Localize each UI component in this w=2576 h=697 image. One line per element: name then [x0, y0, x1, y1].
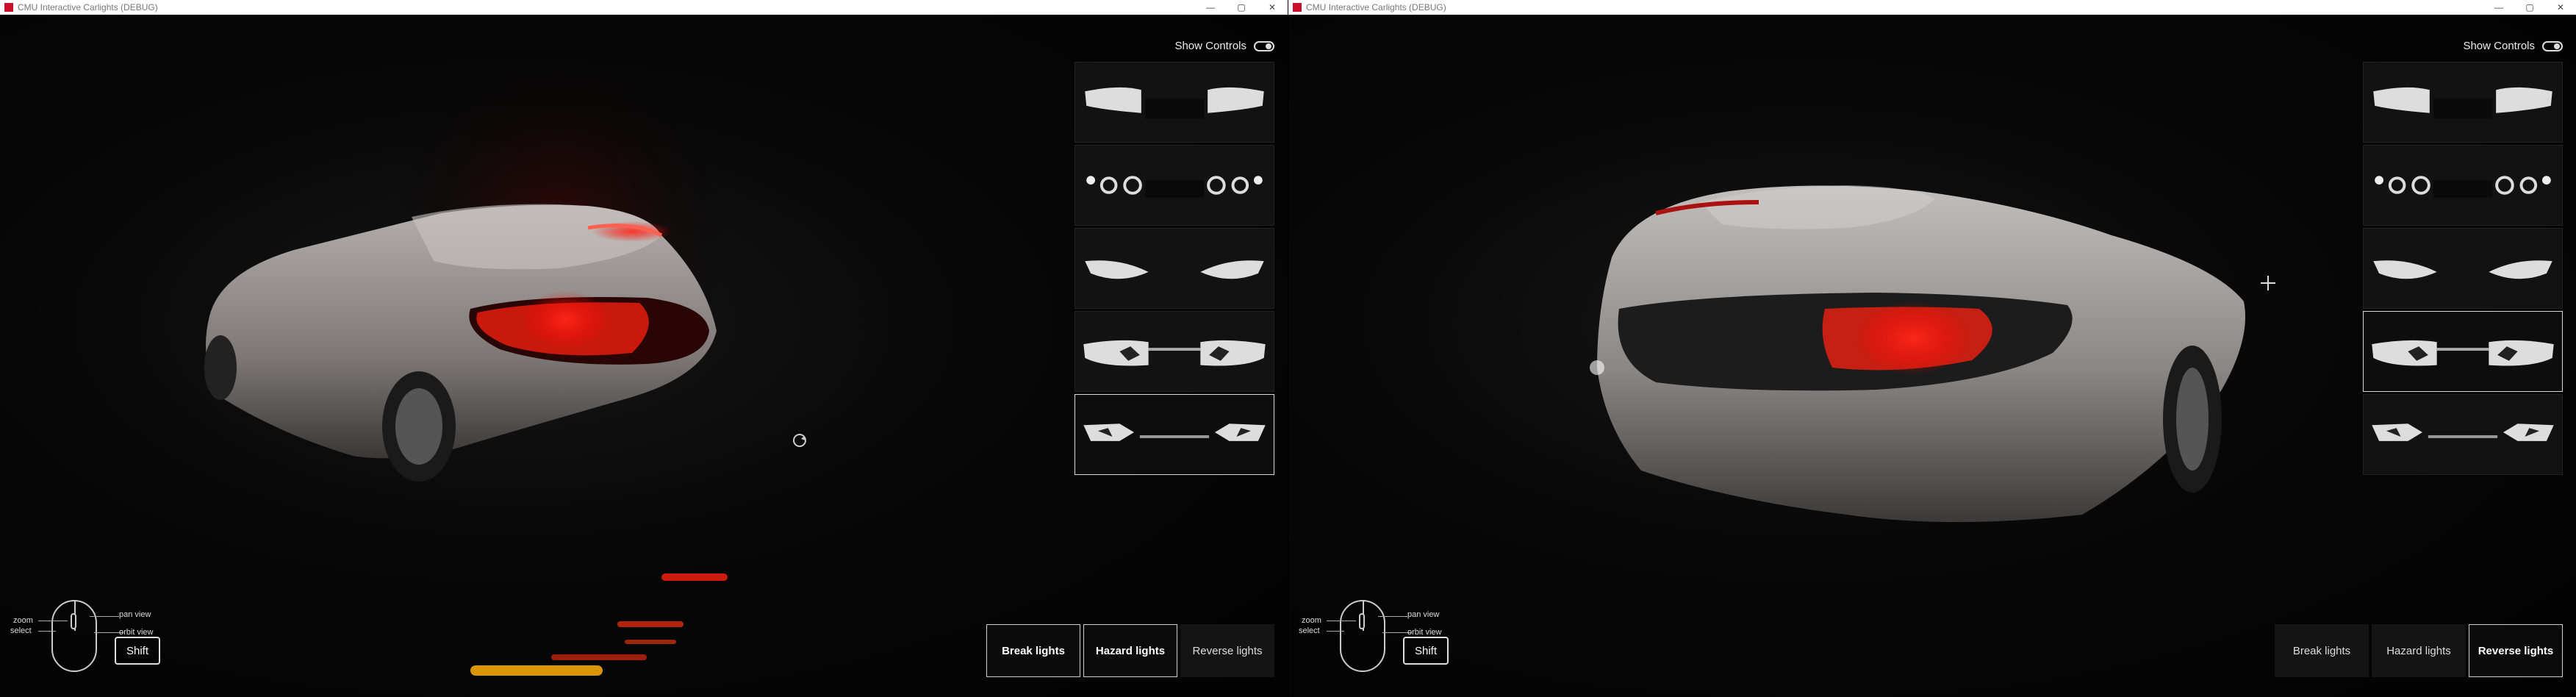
app-window-right: CMU Interactive Carlights (DEBUG) — ▢ ✕ [1288, 0, 2576, 697]
reflection-red [661, 573, 728, 581]
app-icon [1293, 3, 1302, 12]
light-pattern-thumb[interactable] [2363, 62, 2563, 143]
light-pattern-list [1074, 62, 1274, 477]
light-pattern-thumb[interactable] [1074, 311, 1274, 392]
show-controls-label: Show Controls [2463, 40, 2535, 52]
minimize-button[interactable]: — [1195, 0, 1226, 15]
3d-viewport[interactable]: Show Controls zoom select pan view orbit… [1288, 15, 2576, 697]
show-controls[interactable]: Show Controls [1174, 40, 1274, 52]
zoom-label: zoom [13, 616, 33, 625]
reverse-light-glow [1854, 301, 1972, 375]
brake-lights-button[interactable]: Break lights [2275, 624, 2369, 677]
app-icon [4, 3, 13, 12]
light-pattern-thumb[interactable] [1074, 62, 1274, 143]
light-pattern-list [2363, 62, 2563, 477]
app-window-left: CMU Interactive Carlights (DEBUG) — ▢ ✕ [0, 0, 1288, 697]
brake-light-glow [522, 290, 610, 349]
mouse-icon [51, 600, 97, 672]
select-label: select [1299, 626, 1320, 635]
reverse-lights-button[interactable]: Reverse lights [2469, 624, 2563, 677]
close-button[interactable]: ✕ [2545, 0, 2576, 15]
light-pattern-thumb[interactable] [1074, 228, 1274, 309]
light-mode-buttons: Break lights Hazard lights Reverse light… [986, 624, 1274, 677]
maximize-button[interactable]: ▢ [1226, 0, 1257, 15]
pan-view-label: pan view [1407, 610, 1440, 619]
front-wheel-rim [2176, 368, 2209, 471]
reflection-amber [470, 665, 603, 676]
front-wheel [204, 335, 237, 400]
title-bar[interactable]: CMU Interactive Carlights (DEBUG) — ▢ ✕ [1288, 0, 2576, 15]
show-controls[interactable]: Show Controls [2463, 40, 2563, 52]
3d-viewport[interactable]: Show Controls zoom select pan view orbit… [0, 15, 1288, 697]
light-pattern-thumb-selected[interactable] [2363, 311, 2563, 392]
light-pattern-thumb[interactable] [1074, 145, 1274, 226]
brake-lights-button[interactable]: Break lights [986, 624, 1080, 677]
hazard-lights-button[interactable]: Hazard lights [1083, 624, 1177, 677]
show-controls-label: Show Controls [1174, 40, 1246, 52]
window-title: CMU Interactive Carlights (DEBUG) [18, 2, 158, 12]
mouse-controls-help: zoom select pan view orbit view Shift [7, 593, 169, 675]
reflection-red [551, 654, 647, 660]
hazard-lights-button[interactable]: Hazard lights [2372, 624, 2466, 677]
close-button[interactable]: ✕ [1257, 0, 1288, 15]
mouse-controls-help: zoom select pan view orbit view Shift [1296, 593, 1457, 675]
shift-key: Shift [115, 637, 160, 665]
light-pattern-thumb-selected[interactable] [1074, 394, 1274, 475]
reflection-red [617, 621, 684, 627]
light-pattern-thumb[interactable] [2363, 145, 2563, 226]
select-label: select [10, 626, 32, 635]
rear-wheel-rim [395, 388, 442, 465]
show-controls-toggle[interactable] [1254, 40, 1274, 51]
window-title: CMU Interactive Carlights (DEBUG) [1306, 2, 1446, 12]
show-controls-toggle[interactable] [2542, 40, 2563, 51]
reverse-lights-button[interactable]: Reverse lights [1180, 624, 1274, 677]
maximize-button[interactable]: ▢ [2514, 0, 2545, 15]
zoom-label: zoom [1302, 616, 1321, 625]
mouse-icon [1340, 600, 1385, 672]
orbit-view-label: orbit view [119, 628, 154, 637]
light-pattern-thumb[interactable] [2363, 394, 2563, 475]
reflection-highlight [1590, 360, 1604, 375]
orbit-view-label: orbit view [1407, 628, 1442, 637]
title-bar[interactable]: CMU Interactive Carlights (DEBUG) — ▢ ✕ [0, 0, 1288, 15]
light-mode-buttons: Break lights Hazard lights Reverse light… [2275, 624, 2563, 677]
reflection-red [625, 640, 676, 644]
crosshair-icon [2261, 276, 2275, 290]
rotate-icon [793, 434, 806, 447]
pan-view-label: pan view [119, 610, 151, 619]
shift-key: Shift [1403, 637, 1449, 665]
minimize-button[interactable]: — [2483, 0, 2514, 15]
light-pattern-thumb[interactable] [2363, 228, 2563, 309]
